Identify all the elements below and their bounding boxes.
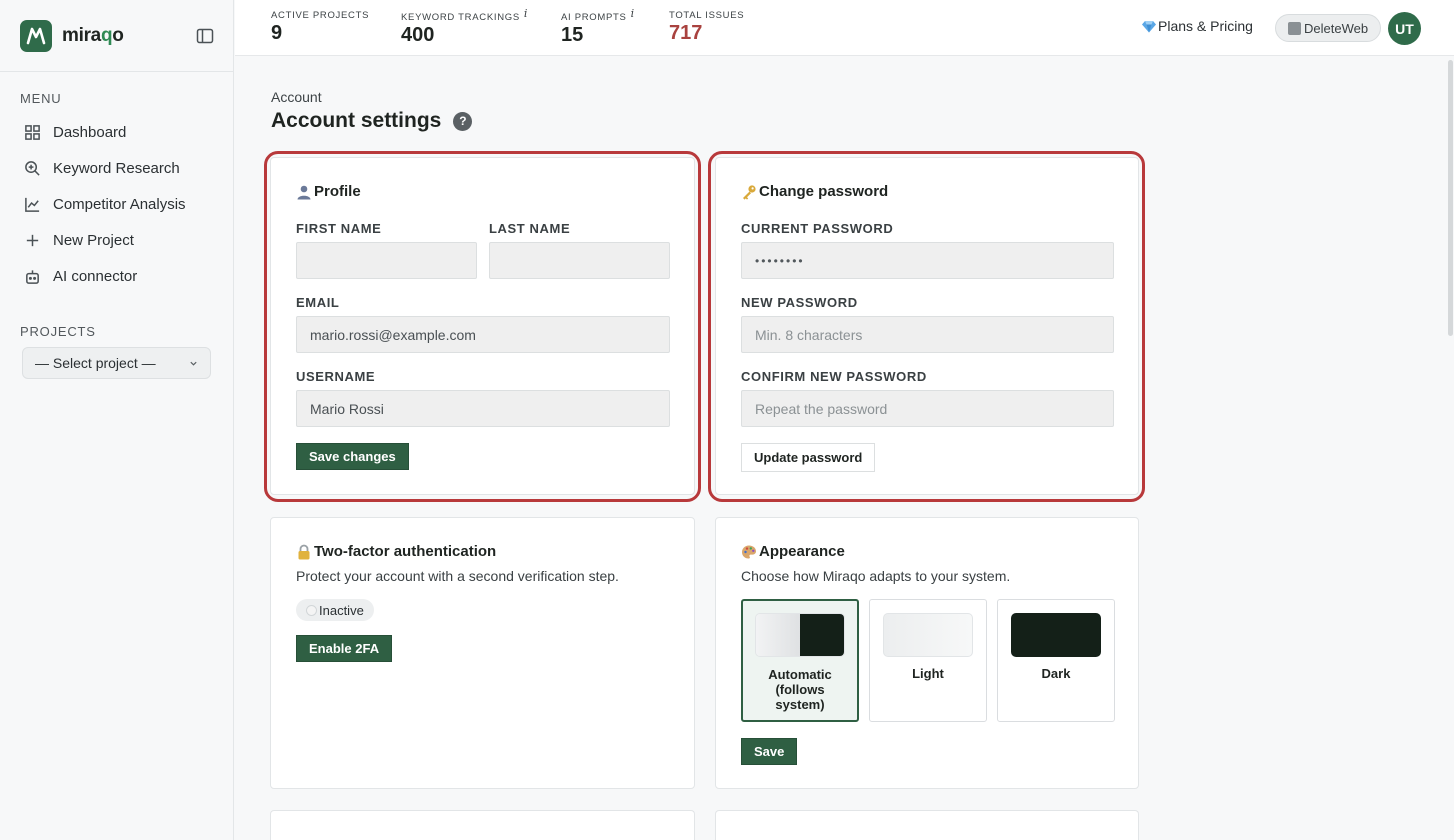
person-icon — [297, 185, 311, 199]
current-password-label: CURRENT PASSWORD — [741, 221, 894, 236]
card-title: Change password — [741, 183, 888, 200]
save-changes-button[interactable]: Save changes — [296, 443, 409, 470]
stat-value: 15 — [561, 24, 584, 46]
sidebar-item-label: AI connector — [53, 267, 138, 285]
gem-icon — [1142, 20, 1156, 32]
magnify-plus-icon — [25, 160, 40, 176]
project-select[interactable]: — Select project — — [22, 347, 211, 379]
email-label: EMAIL — [296, 295, 340, 310]
theme-option-label: Light — [912, 666, 944, 681]
two-factor-card: Two-factor authentication Protect your a… — [270, 517, 695, 789]
change-password-card: Change password CURRENT PASSWORD •••••••… — [715, 157, 1139, 495]
first-name-label: FIRST NAME — [296, 221, 382, 236]
sidebar: miraqo MENU Dashboard Keyword Research C… — [0, 0, 234, 840]
brand: miraqo — [0, 0, 233, 72]
project-select-value: — Select project — — [35, 355, 156, 371]
appearance-card: Appearance Choose how Miraqo adapts to y… — [715, 517, 1139, 789]
theme-option-label: Automatic (follows system) — [768, 667, 832, 712]
appearance-description: Choose how Miraqo adapts to your system. — [741, 568, 1011, 584]
building-icon — [1288, 21, 1301, 35]
card-below-fold — [270, 810, 695, 840]
sidebar-item-competitor-analysis[interactable]: Competitor Analysis — [0, 186, 233, 222]
stat-active-projects: ACTIVE PROJECTS 9 — [271, 10, 369, 45]
theme-option-label: Dark — [1041, 666, 1071, 681]
enable-2fa-button[interactable]: Enable 2FA — [296, 635, 393, 662]
card-title: Profile — [296, 183, 361, 200]
sidebar-item-dashboard[interactable]: Dashboard — [0, 114, 233, 150]
new-password-label: NEW PASSWORD — [741, 295, 858, 310]
grid-icon — [25, 124, 40, 140]
lock-icon — [298, 544, 310, 559]
plans-pricing-link[interactable]: Plans & Pricing — [1142, 18, 1253, 34]
menu-section-label: MENU — [20, 91, 62, 106]
status-dot-icon — [306, 604, 317, 616]
confirm-password-input[interactable]: Repeat the password — [741, 390, 1114, 427]
logo-icon[interactable] — [20, 19, 52, 52]
workspace-name: DeleteWeb — [1304, 20, 1369, 36]
theme-swatch-light — [883, 613, 973, 657]
stat-ai-prompts: AI PROMPTS i 15 — [561, 7, 635, 47]
logo-text: miraqo — [62, 24, 124, 46]
last-name-input[interactable] — [489, 242, 670, 279]
sidebar-item-label: Keyword Research — [53, 159, 180, 177]
card-title: Appearance — [741, 543, 845, 560]
first-name-input[interactable] — [296, 242, 477, 279]
sidebar-item-label: Competitor Analysis — [53, 195, 186, 213]
new-password-input[interactable]: Min. 8 characters — [741, 316, 1114, 353]
current-password-input[interactable]: •••••••• — [741, 242, 1114, 279]
projects-section-label: PROJECTS — [20, 324, 96, 339]
theme-option-light[interactable]: Light — [869, 599, 987, 722]
status-badge: Inactive — [296, 599, 374, 621]
two-factor-description: Protect your account with a second verif… — [296, 568, 619, 584]
top-bar: ACTIVE PROJECTS 9 KEYWORD TRACKINGS i 400… — [235, 0, 1454, 56]
theme-swatch-automatic — [755, 613, 845, 657]
theme-option-automatic[interactable]: Automatic (follows system) — [741, 599, 859, 722]
plus-icon — [26, 234, 39, 246]
robot-icon — [26, 269, 39, 284]
stat-label: AI PROMPTS i — [561, 7, 635, 23]
palette-icon — [742, 545, 756, 558]
card-below-fold — [715, 810, 1139, 840]
stat-value: 400 — [401, 24, 435, 46]
plans-pricing-label: Plans & Pricing — [1158, 18, 1253, 34]
key-icon — [743, 184, 756, 200]
sidebar-toggle-icon[interactable] — [195, 26, 215, 46]
sidebar-item-new-project[interactable]: New Project — [0, 222, 233, 258]
sidebar-item-label: New Project — [53, 231, 134, 249]
stat-keyword-trackings: KEYWORD TRACKINGS i 400 — [401, 7, 529, 47]
theme-swatch-dark — [1011, 613, 1101, 657]
stat-value: 9 — [271, 22, 283, 44]
workspace-switcher[interactable]: DeleteWeb — [1275, 14, 1382, 42]
update-password-button[interactable]: Update password — [741, 443, 876, 472]
stat-label: KEYWORD TRACKINGS i — [401, 7, 529, 23]
appearance-save-button[interactable]: Save — [741, 738, 798, 765]
scrollbar[interactable] — [1446, 56, 1454, 840]
avatar[interactable]: UT — [1388, 12, 1421, 45]
sidebar-item-ai-connector[interactable]: AI connector — [0, 258, 233, 294]
username-label: USERNAME — [296, 369, 376, 384]
stat-total-issues: TOTAL ISSUES 717 — [669, 10, 744, 45]
sidebar-item-label: Dashboard — [53, 123, 127, 141]
help-icon[interactable]: ? — [453, 111, 473, 131]
info-icon[interactable]: i — [524, 7, 528, 20]
breadcrumb[interactable]: Account — [271, 89, 322, 105]
line-chart-icon — [25, 197, 40, 212]
stat-label: TOTAL ISSUES — [669, 10, 745, 21]
sidebar-item-keyword-research[interactable]: Keyword Research — [0, 150, 233, 186]
stat-label: ACTIVE PROJECTS — [271, 10, 370, 21]
confirm-password-label: CONFIRM NEW PASSWORD — [741, 369, 927, 384]
info-icon[interactable]: i — [631, 7, 635, 20]
last-name-label: LAST NAME — [489, 221, 571, 236]
theme-option-dark[interactable]: Dark — [997, 599, 1115, 722]
chevron-down-icon — [190, 361, 197, 366]
card-title: Two-factor authentication — [296, 543, 496, 560]
email-input[interactable]: mario.rossi@example.com — [296, 316, 670, 353]
page-title: Account settings ? — [271, 109, 473, 133]
scrollbar-thumb[interactable] — [1448, 60, 1453, 336]
profile-card: Profile FIRST NAME LAST NAME EMAIL mario… — [270, 157, 695, 495]
username-input[interactable]: Mario Rossi — [296, 390, 670, 427]
stat-value: 717 — [669, 22, 703, 44]
sidebar-menu: Dashboard Keyword Research Competitor An… — [0, 114, 233, 294]
